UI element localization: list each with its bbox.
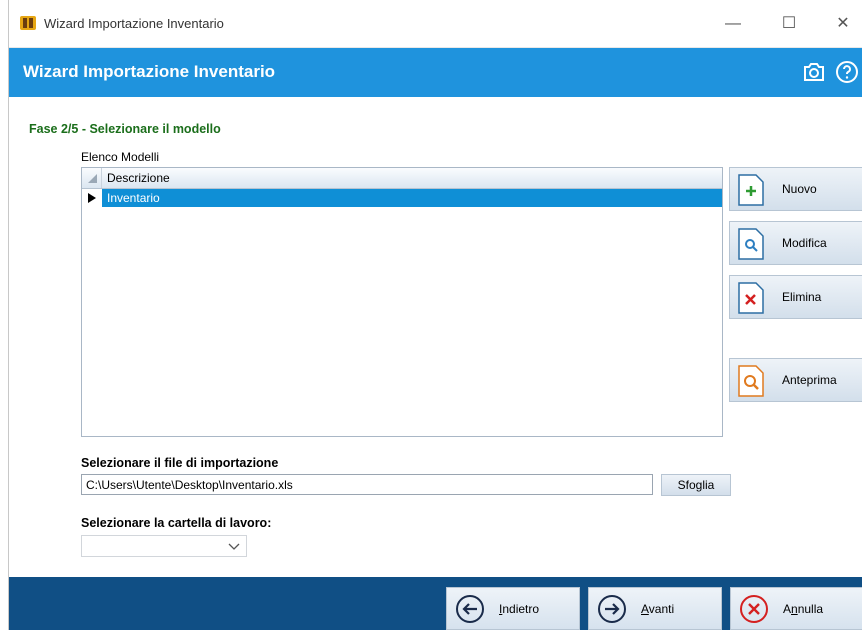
- minimize-button[interactable]: —: [711, 10, 755, 38]
- sheet-select[interactable]: [81, 535, 247, 557]
- header-title: Wizard Importazione Inventario: [23, 62, 276, 81]
- close-button[interactable]: ✕: [821, 10, 862, 38]
- edit-button-label: Modifica: [782, 236, 827, 250]
- app-icon: [20, 16, 36, 30]
- camera-icon[interactable]: [802, 60, 826, 84]
- new-document-icon: [738, 174, 764, 206]
- wizard-header: Wizard Importazione Inventario: [9, 48, 862, 97]
- new-button-label: Nuovo: [782, 182, 817, 196]
- sort-corner-icon: [88, 174, 97, 183]
- delete-button-label: Elimina: [782, 290, 822, 304]
- edit-document-icon: [738, 228, 764, 260]
- cancel-button[interactable]: Annulla: [730, 587, 862, 630]
- row-pointer-icon: [88, 193, 96, 203]
- row-indicator: [82, 189, 101, 207]
- arrow-left-circle-icon: [456, 595, 484, 623]
- preview-button[interactable]: Anteprima: [729, 358, 862, 402]
- preview-document-icon: [738, 365, 764, 397]
- cancel-button-label: Annulla: [783, 602, 824, 616]
- models-label: Elenco Modelli: [81, 150, 160, 164]
- new-button[interactable]: Nuovo: [729, 167, 862, 211]
- next-button-label: Avanti: [641, 602, 675, 616]
- file-path-value: C:\Users\Utente\Desktop\Inventario.xls: [86, 478, 293, 492]
- file-label: Selezionare il file di importazione: [81, 456, 279, 470]
- cell-text: Inventario: [107, 191, 160, 205]
- cancel-circle-icon: [740, 595, 768, 623]
- grid-corner: [82, 168, 102, 188]
- sheet-label: Selezionare la cartella di lavoro:: [81, 516, 272, 530]
- edit-button[interactable]: Modifica: [729, 221, 862, 265]
- wizard-window: Wizard Importazione Inventario — ☐ ✕ Wiz…: [8, 0, 862, 630]
- table-cell[interactable]: Inventario: [102, 189, 722, 207]
- table-row[interactable]: Inventario: [82, 189, 722, 207]
- delete-button[interactable]: Elimina: [729, 275, 862, 319]
- back-button[interactable]: Indietro: [446, 587, 580, 630]
- step-title: Fase 2/5 - Selezionare il modello: [29, 122, 221, 136]
- title-bar: Wizard Importazione Inventario — ☐ ✕: [9, 0, 862, 48]
- back-button-label: Indietro: [499, 602, 540, 616]
- column-descrizione[interactable]: Descrizione: [107, 171, 170, 185]
- maximize-button[interactable]: ☐: [767, 10, 811, 38]
- models-grid[interactable]: Descrizione Inventario: [81, 167, 723, 437]
- arrow-right-circle-icon: [598, 595, 626, 623]
- chevron-down-icon: [228, 543, 240, 550]
- browse-button[interactable]: Sfoglia: [661, 474, 731, 496]
- help-icon[interactable]: [835, 60, 859, 84]
- next-button[interactable]: Avanti: [588, 587, 722, 630]
- delete-document-icon: [738, 282, 764, 314]
- preview-button-label: Anteprima: [782, 373, 837, 387]
- grid-header: Descrizione: [82, 168, 722, 189]
- window-title: Wizard Importazione Inventario: [44, 16, 224, 31]
- file-path-input[interactable]: C:\Users\Utente\Desktop\Inventario.xls: [81, 474, 653, 495]
